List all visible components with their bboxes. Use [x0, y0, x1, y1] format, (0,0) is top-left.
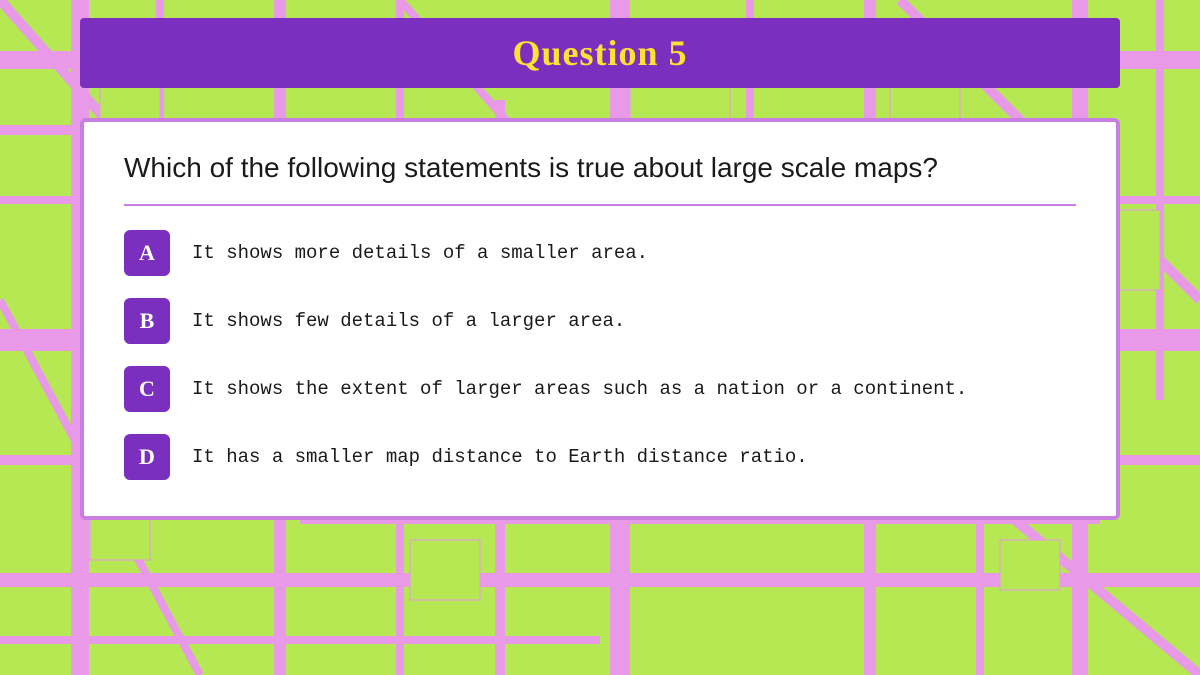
content-wrapper: Question 5 Which of the following statem… — [0, 0, 1200, 675]
question-banner: Question 5 — [80, 18, 1120, 88]
answer-badge-d: D — [124, 434, 170, 480]
answer-text-b: It shows few details of a larger area. — [192, 308, 625, 335]
answer-item-c[interactable]: C It shows the extent of larger areas su… — [124, 366, 1076, 412]
question-title: Question 5 — [512, 33, 687, 73]
answer-item-a[interactable]: A It shows more details of a smaller are… — [124, 230, 1076, 276]
answers-list: A It shows more details of a smaller are… — [124, 230, 1076, 480]
answer-badge-c: C — [124, 366, 170, 412]
answer-item-b[interactable]: B It shows few details of a larger area. — [124, 298, 1076, 344]
question-text: Which of the following statements is tru… — [124, 150, 1076, 206]
answer-text-a: It shows more details of a smaller area. — [192, 240, 648, 267]
answer-item-d[interactable]: D It has a smaller map distance to Earth… — [124, 434, 1076, 480]
answer-text-c: It shows the extent of larger areas such… — [192, 376, 967, 403]
answer-text-d: It has a smaller map distance to Earth d… — [192, 444, 808, 471]
answer-badge-a: A — [124, 230, 170, 276]
answer-badge-b: B — [124, 298, 170, 344]
question-card: Which of the following statements is tru… — [80, 118, 1120, 520]
